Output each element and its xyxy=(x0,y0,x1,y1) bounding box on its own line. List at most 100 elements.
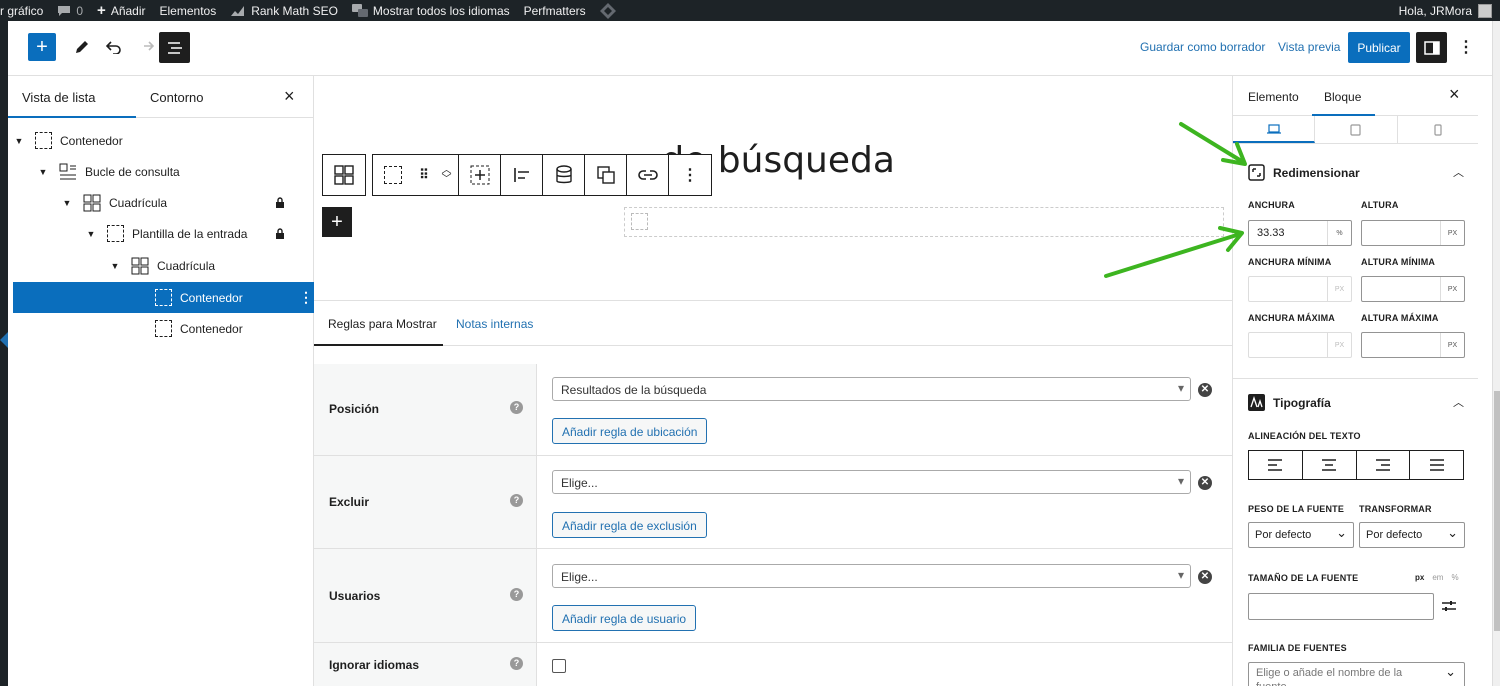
redo-button[interactable] xyxy=(132,33,160,61)
unit-select[interactable]: PX xyxy=(1440,277,1464,301)
remove-rule-icon[interactable]: ✕ xyxy=(1198,476,1212,490)
close-icon[interactable]: × xyxy=(284,86,295,107)
location-select[interactable]: Resultados de la búsqueda xyxy=(552,377,1191,401)
help-icon[interactable]: ? xyxy=(510,657,523,670)
admin-bar-account[interactable]: Hola, JRMora xyxy=(1399,0,1492,21)
width-input[interactable]: 33.33% xyxy=(1248,220,1352,246)
help-icon[interactable]: ? xyxy=(510,588,523,601)
font-family-select[interactable]: Elige o añade el nombre de la fuente ⌄ xyxy=(1248,662,1465,686)
list-item-selected[interactable]: Contenedor ⋮ xyxy=(13,282,314,313)
help-icon[interactable]: ? xyxy=(510,401,523,414)
tab-rules[interactable]: Reglas para Mostrar xyxy=(328,317,437,331)
add-exclusion-rule-button[interactable]: Añadir regla de exclusión xyxy=(552,512,707,538)
list-item[interactable]: ▼ Bucle de consulta xyxy=(13,156,314,187)
publish-button[interactable]: Publicar xyxy=(1348,32,1410,63)
mobile-tab[interactable] xyxy=(1398,116,1478,143)
admin-bar-rank-math[interactable]: Rank Math SEO xyxy=(230,4,338,18)
save-draft-button[interactable]: Guardar como borrador xyxy=(1140,33,1265,61)
align-right-button[interactable] xyxy=(1357,451,1411,479)
admin-bar-languages[interactable]: Mostrar todos los idiomas xyxy=(351,4,510,18)
move-buttons[interactable]: ︿ ﹀ xyxy=(435,155,459,195)
sliders-icon[interactable] xyxy=(1441,599,1457,613)
unit-percent[interactable]: % xyxy=(1451,573,1458,582)
chevron-down-icon[interactable]: ▼ xyxy=(37,167,49,177)
close-icon[interactable]: × xyxy=(1449,84,1460,105)
exclude-select[interactable]: Elige... xyxy=(552,470,1191,494)
unit-em[interactable]: em xyxy=(1432,573,1443,582)
list-item[interactable]: ▼ Cuadrícula xyxy=(13,187,314,218)
settings-toggle-button[interactable] xyxy=(1416,32,1447,63)
unit-select[interactable]: PX xyxy=(1327,333,1351,357)
unit-select[interactable]: PX xyxy=(1440,333,1464,357)
resize-panel-header[interactable]: Redimensionar xyxy=(1248,164,1360,181)
align-center-button[interactable] xyxy=(1303,451,1357,479)
container-button[interactable] xyxy=(373,155,413,195)
chevron-down-icon[interactable]: ﹀ xyxy=(442,175,452,185)
chevron-down-icon[interactable]: ▼ xyxy=(109,261,121,271)
align-left-button[interactable] xyxy=(1249,451,1303,479)
admin-bar-comments[interactable]: 0 xyxy=(57,4,83,18)
tab-list-view[interactable]: Vista de lista xyxy=(22,90,95,105)
duplicate-button[interactable] xyxy=(585,155,627,195)
empty-container-block[interactable] xyxy=(624,207,1224,237)
min-height-input[interactable]: PX xyxy=(1361,276,1465,302)
chevron-up-icon[interactable]: ︿ xyxy=(1453,394,1464,410)
admin-bar-elementos[interactable]: Elementos xyxy=(160,4,217,18)
list-item[interactable]: ▼ Plantilla de la entrada xyxy=(13,218,314,249)
list-view-button[interactable] xyxy=(159,32,190,63)
list-item[interactable]: ▼ Contenedor xyxy=(13,125,314,156)
dynamic-data-button[interactable] xyxy=(543,155,585,195)
tab-notes[interactable]: Notas internas xyxy=(456,317,533,331)
admin-bar-add-new[interactable]: + Añadir xyxy=(97,2,145,19)
min-width-input[interactable]: PX xyxy=(1248,276,1352,302)
add-block-button[interactable]: + xyxy=(322,207,352,237)
height-input[interactable]: PX xyxy=(1361,220,1465,246)
unit-select[interactable]: % xyxy=(1327,221,1351,245)
chevron-down-icon[interactable]: ▼ xyxy=(85,229,97,239)
block-type-button[interactable] xyxy=(323,155,365,195)
add-user-rule-button[interactable]: Añadir regla de usuario xyxy=(552,605,697,631)
ignore-languages-checkbox[interactable] xyxy=(552,659,566,673)
remove-rule-icon[interactable]: ✕ xyxy=(1198,570,1212,584)
align-button[interactable] xyxy=(501,155,543,195)
align-justify-button[interactable] xyxy=(1410,451,1463,479)
tools-button[interactable] xyxy=(68,33,96,61)
chevron-up-icon[interactable]: ︿ xyxy=(1453,164,1464,180)
admin-bar-grafico[interactable]: r gráfico xyxy=(0,4,43,18)
add-location-rule-button[interactable]: Añadir regla de ubicación xyxy=(552,418,708,444)
scrollbar[interactable] xyxy=(1492,21,1500,686)
users-select[interactable]: Elige... xyxy=(552,564,1191,588)
unit-select[interactable]: PX xyxy=(1440,221,1464,245)
preview-button[interactable]: Vista previa xyxy=(1278,33,1340,61)
block-options-button[interactable]: ⋮ xyxy=(669,155,711,195)
link-button[interactable] xyxy=(627,155,669,195)
remove-rule-icon[interactable]: ✕ xyxy=(1198,383,1212,397)
chevron-down-icon[interactable]: ▼ xyxy=(61,198,73,208)
drag-handle[interactable]: ⠿ xyxy=(413,155,435,195)
tab-element[interactable]: Elemento xyxy=(1248,90,1299,104)
desktop-tab[interactable] xyxy=(1233,116,1316,143)
help-icon[interactable]: ? xyxy=(510,494,523,507)
block-inserter-button[interactable]: + xyxy=(28,33,56,61)
collapse-arrow-icon[interactable] xyxy=(0,332,8,348)
text-transform-select[interactable]: Por defecto xyxy=(1359,522,1465,548)
unit-select[interactable]: PX xyxy=(1327,277,1351,301)
unit-px[interactable]: px xyxy=(1415,573,1424,582)
undo-button[interactable] xyxy=(100,33,128,61)
font-size-input[interactable] xyxy=(1248,593,1434,620)
kebab-icon[interactable]: ⋮ xyxy=(299,289,313,306)
max-height-input[interactable]: PX xyxy=(1361,332,1465,358)
list-item[interactable]: ▼ Cuadrícula xyxy=(13,250,314,281)
scrollbar-thumb[interactable] xyxy=(1494,391,1500,631)
tab-block[interactable]: Bloque xyxy=(1324,90,1361,104)
more-options-button[interactable]: ⋮ xyxy=(1456,33,1476,61)
font-weight-select[interactable]: Por defecto xyxy=(1248,522,1354,548)
admin-bar-perfmatters[interactable]: Perfmatters xyxy=(524,4,586,18)
max-width-input[interactable]: PX xyxy=(1248,332,1352,358)
admin-bar-diamond[interactable] xyxy=(599,2,616,19)
tab-outline[interactable]: Contorno xyxy=(150,90,203,105)
tablet-tab[interactable] xyxy=(1315,116,1398,143)
typography-panel-header[interactable]: Tipografía xyxy=(1248,394,1331,411)
add-inner-block-button[interactable] xyxy=(459,155,501,195)
chevron-down-icon[interactable]: ▼ xyxy=(13,136,25,146)
